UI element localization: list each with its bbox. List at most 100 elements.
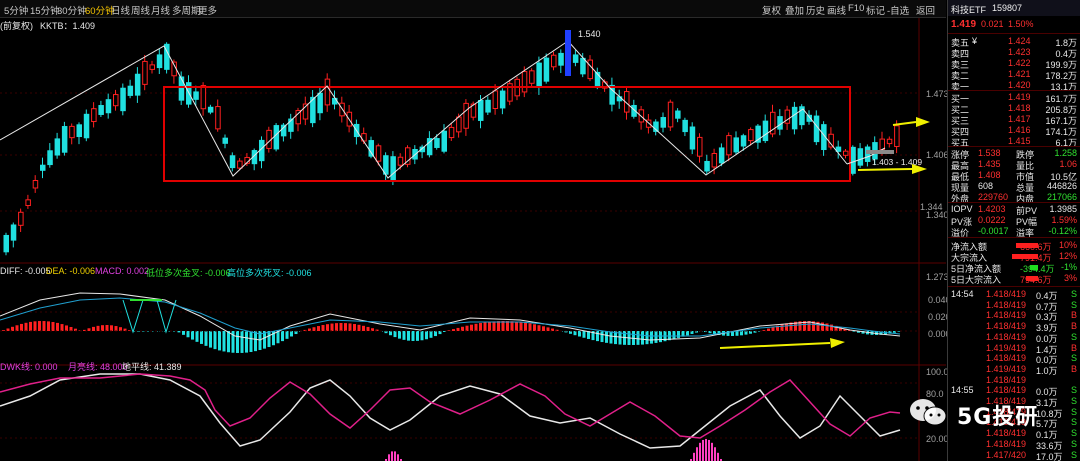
bid-row: 买二 1.418 205.8万: [948, 103, 1080, 115]
tick-row: 1.418/419 0.0万 S: [948, 331, 1080, 344]
stat-value: 446826: [1046, 181, 1077, 191]
wechat-icon: [910, 399, 947, 426]
period-more[interactable]: 更多: [198, 3, 217, 17]
history-button[interactable]: 历史: [806, 3, 825, 17]
kdj-histogram: [385, 439, 722, 461]
quote-header: 科技ETF 159807: [948, 0, 1080, 16]
iopv-row: IOPV 1.4203 前PV 1.3985: [948, 204, 1080, 216]
period-week[interactable]: 周线: [131, 3, 150, 17]
tick-side: B: [1070, 310, 1077, 321]
tick-price: 1.418/419: [986, 385, 1027, 396]
mark-button[interactable]: 标记: [866, 3, 885, 17]
tick-price: 1.418/419: [986, 299, 1027, 310]
arrow-macd: [719, 338, 845, 349]
iopv-value: -0.12%: [1048, 226, 1077, 236]
bid-row: 买三 1.417 167.1万: [948, 114, 1080, 126]
period-month[interactable]: 月线: [151, 3, 170, 17]
f10-button[interactable]: F10: [848, 3, 864, 14]
back-button[interactable]: 返回: [916, 3, 935, 17]
ask-mark: ¥: [972, 36, 978, 46]
low-range-label: 1.403 - 1.409: [872, 157, 923, 167]
stat-row: 涨停 1.538 跌停 1.258: [948, 148, 1080, 160]
stat-value: 1.258: [1054, 148, 1077, 158]
flow-bar: [1030, 265, 1038, 270]
tick-side: B: [1070, 321, 1077, 332]
iopv-value: 1.4203: [978, 204, 1006, 214]
watermark: 5G投研: [905, 395, 1075, 431]
iopv-value: 1.3985: [1049, 204, 1077, 214]
current-price: 1.419: [951, 19, 977, 30]
tick-side: S: [1070, 299, 1077, 310]
ask-row: 卖五 ¥1.424 1.8万: [948, 36, 1080, 48]
overlay-button[interactable]: 叠加: [785, 3, 804, 17]
stat-value: 1.435: [978, 159, 1001, 169]
iopv-row: 溢价 -0.0017 溢率 -0.12%: [948, 226, 1080, 238]
stat-row: 最低 1.408 市值 10.5亿: [948, 170, 1080, 182]
tick-side: S: [1070, 289, 1077, 299]
stat-row: 现量 608 总量 446826: [948, 181, 1080, 193]
high-price-label: 1.540: [578, 29, 601, 39]
price-axis-4: 1.340: [926, 210, 949, 220]
tick-time: 14:55: [951, 385, 974, 396]
tick-row: 1.417/420 17.0万 S: [948, 450, 1080, 461]
flow-bar: [1012, 254, 1038, 259]
tick-volume: 17.0万: [1036, 451, 1063, 461]
price-axis-1: 1.473: [926, 89, 949, 99]
kdj-axis-1: 100.0: [926, 367, 949, 377]
tick-price: 1.418/419: [986, 289, 1027, 299]
tick-time: 14:54: [951, 289, 974, 299]
tick-row: 1.418/419 0.3万 B: [948, 310, 1080, 322]
tick-row: 1.418/419 33.6万 S: [948, 439, 1080, 451]
ask-row: 卖四 1.423 0.4万: [948, 47, 1080, 59]
macd-legend-low-cross: 低位多次金叉: -0.006: [146, 268, 231, 278]
draw-button[interactable]: 画线: [827, 3, 846, 17]
watermark-text: 5G投研: [957, 405, 1039, 430]
period-30min[interactable]: 30分钟: [57, 3, 87, 17]
chart-area[interactable]: (前复权) KKTB：1.409 1.473 1.406 1.344 1.340…: [0, 18, 951, 461]
period-day[interactable]: 日线: [111, 3, 130, 17]
adjust-button[interactable]: 复权: [762, 3, 781, 17]
tick-row: 1.418/419 0.7万 S: [948, 299, 1080, 312]
fund-name: 科技ETF: [951, 5, 986, 15]
flow-pct: 3%: [1063, 273, 1077, 283]
flow-pct: 12%: [1058, 251, 1077, 261]
kdj-axis-3: 20.00: [926, 434, 949, 444]
price-row: 1.419 0.021 1.50%: [948, 19, 1080, 30]
quote-panel: 科技ETF 159807 1.419 0.021 1.50% 卖五 ¥1.424 1…: [947, 0, 1080, 461]
tick-price: 1.418/419: [986, 321, 1027, 332]
period-15min[interactable]: 15分钟: [30, 3, 60, 17]
kdj-legend-1: DWK线: 0.000: [0, 362, 58, 372]
ask-price: 1.420: [1008, 80, 1031, 90]
flow-bar: [1026, 276, 1038, 281]
flow-row: 5日大宗流入794.6万3%: [948, 273, 1080, 285]
stat-value: 1.538: [978, 148, 1001, 158]
iopv-value: 0.0222: [978, 215, 1006, 225]
tick-price: 1.418/419: [986, 353, 1027, 364]
peak-marker: [565, 30, 571, 76]
tick-price: 1.419/419: [986, 342, 1027, 353]
tick-side: S: [1070, 449, 1077, 460]
bid-price: 1.419: [1008, 92, 1031, 102]
macd-legend-high-cross: 高位多次死叉: -0.006: [227, 268, 312, 278]
iopv-label: IOPV: [951, 204, 973, 214]
tick-price: 1.418/419: [986, 331, 1027, 342]
tick-row: 1.419/419 1.4万 B: [948, 342, 1080, 355]
flow-pct: -1%: [1060, 262, 1077, 272]
flow-row: 5日净流入额-394.4万-1%: [948, 262, 1080, 274]
kdj-white-line: [0, 373, 901, 449]
period-5min[interactable]: 5分钟: [4, 3, 28, 17]
candlestick-series: [3, 38, 900, 256]
ask-row: 卖三 1.422 199.9万: [948, 58, 1080, 70]
toolbar: 5分钟 15分钟 30分钟 60分钟 日线 周线 月线 多周期 更多 复权 叠加…: [0, 0, 946, 18]
tick-row: 1.418/419: [948, 375, 1080, 386]
main-legend-prefix: (前复权): [0, 21, 33, 31]
tick-side: S: [1070, 353, 1077, 364]
bid-row: 买四 1.416 174.1万: [948, 125, 1080, 137]
bid-price: 1.417: [1008, 114, 1031, 124]
tick-row: 1.418/419 0.0万 S: [948, 353, 1080, 365]
macd-legend-dea: DEA: -0.006: [46, 266, 96, 276]
chart-canvas[interactable]: [0, 18, 946, 461]
remove-watchlist-button[interactable]: -自选: [887, 3, 909, 17]
period-multi[interactable]: 多周期: [172, 3, 201, 17]
stat-value: 608: [978, 181, 994, 191]
